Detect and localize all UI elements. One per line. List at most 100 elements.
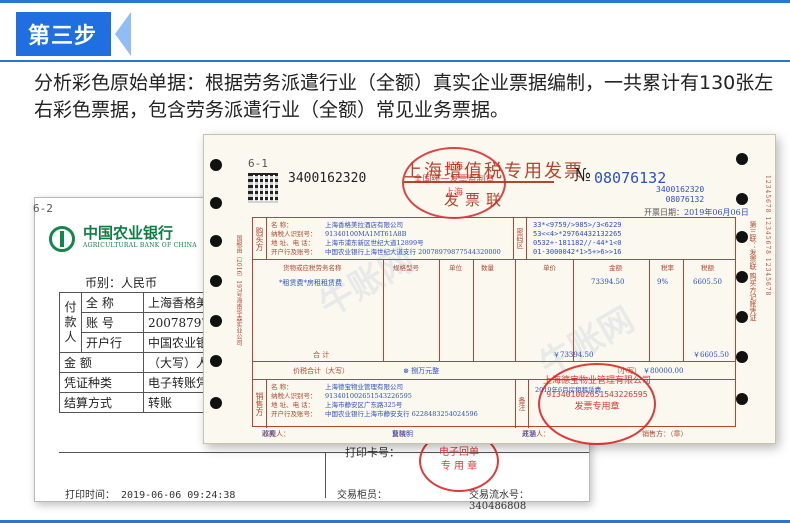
print-card-label: 打印卡号：: [345, 446, 400, 459]
invoice-small-code: 3400162320 08076132: [656, 185, 704, 205]
field-value: 91340100MA1MT61A8B: [325, 230, 407, 238]
step-badge: 第三步: [16, 12, 132, 56]
seal-text: 上海: [444, 188, 463, 198]
punch-hole-icon: [736, 153, 748, 165]
punch-hole-icon: [210, 197, 222, 209]
buyer-section: 购买方 名 称： 纳税人识别号： 地 址、电 话： 开户行及账号： 上海香格美拉…: [253, 218, 735, 260]
stamp-line: 专 用 章: [440, 461, 478, 472]
field-value: 上海市静安区广东路325号: [325, 401, 403, 409]
punch-hole-icon: [210, 355, 222, 367]
serial-strip: 12345678 12345678 12345678: [764, 175, 771, 297]
chevron-left-icon: [115, 12, 132, 56]
items-header: 货物或应税劳务名称 规格型号 单位 数量 单价 金额 税率 税额: [253, 260, 735, 272]
field-label: 开户行及账号：: [271, 248, 317, 256]
intro-text: 分析彩色原始单据：根据劳务派遣行业（全额）真实企业票据编制，一共累计有130张左…: [34, 72, 774, 121]
seller-side-label: 销售方: [253, 380, 267, 428]
copy-label: 第三联：发票联 购买方记账凭证: [749, 221, 757, 322]
divider: [473, 260, 474, 361]
remark-label: 备注: [515, 380, 529, 428]
punch-hole-icon: [210, 397, 222, 409]
divider: [325, 452, 326, 498]
item-tax-rate: 9%: [657, 278, 669, 286]
divider: [439, 260, 440, 361]
seal-text: 全国统一发票监制章: [413, 175, 495, 185]
field-value: 上海香格美拉酒店有限公司: [325, 221, 403, 229]
field-label: 开户行及账号：: [271, 410, 317, 418]
column-header: 单价: [543, 264, 556, 272]
column-header: 税额: [701, 264, 714, 272]
punch-hole-icon: [210, 275, 222, 287]
password-line: 33*<9759/>985>/3<6229: [533, 221, 622, 229]
buyer-side-label: 购买方: [253, 218, 267, 259]
punch-hole-icon: [736, 231, 748, 243]
abc-logo-icon: [49, 226, 75, 252]
punch-hole-icon: [736, 193, 748, 205]
voucher-type-label: 凭证种类: [59, 372, 144, 393]
punch-hole-icon: [210, 235, 222, 247]
seller-stamp-label: 销售方：（章）: [642, 430, 688, 438]
serial-number: 交易流水号： 340486808: [469, 490, 529, 512]
date-label: 开票日期：: [644, 208, 684, 217]
sum-tax: ￥6605.50: [693, 351, 729, 359]
top-rule: [0, 0, 790, 3]
buyer-field-values: 上海香格美拉酒店有限公司 91340100MA1MT61A8B 上海市浦东新区世…: [325, 221, 501, 257]
payer-field-label: 账 号: [81, 312, 144, 333]
invoice-form-code: 6-1: [248, 157, 268, 170]
bank-name: 中国农业银行: [83, 224, 174, 242]
divider: [649, 260, 650, 361]
punch-hole-icon: [210, 315, 222, 327]
payee-value: 邓亮: [262, 430, 276, 438]
seal-text: 上海: [444, 162, 463, 172]
side-notes: 国税函〔2016〕197号海南华森实业公司: [235, 235, 242, 346]
date-value: 2019年06月06日: [684, 208, 749, 217]
column-header: 数量: [481, 264, 494, 272]
field-label: 纳税人识别号：: [271, 230, 317, 238]
punch-hole-icon: [736, 271, 748, 283]
payer-label: 付款人: [59, 292, 82, 353]
seller-field-values: 上海德宝物业管理有限公司 91340100265154322659​5 上海市静…: [325, 383, 478, 419]
password-line: 53<<4>*29764432132265: [533, 230, 622, 238]
teller-label: 交易柜员：: [337, 490, 387, 501]
step-label: 第三步: [16, 12, 112, 56]
divider: [683, 260, 684, 361]
field-value: 上海德宝物业管理有限公司: [325, 383, 403, 391]
print-time: 打印时间： 2019-06-06 09:24:38: [65, 490, 236, 501]
field-label: 地 址、电 话：: [271, 401, 315, 409]
punch-hole-icon: [736, 311, 748, 323]
field-label: 名 称：: [271, 221, 293, 229]
item-amount: 73394.50: [591, 278, 625, 286]
settle-label: 结算方式: [59, 392, 144, 413]
amount-label: 金 额: [59, 352, 144, 373]
password-line: 01-3000042*1>5+>6>>16: [533, 248, 622, 256]
payer-field-label: 开户行: [81, 332, 144, 353]
field-value: 中国农业银行上海市静安支行 6228483254024596: [325, 410, 478, 418]
seal-number: 913401002651543226595: [546, 390, 648, 399]
field-value: 中国农业银行上海世纪大道支行 20078979877544320000: [325, 248, 501, 256]
buyer-field-labels: 名 称： 纳税人识别号： 地 址、电 话： 开户行及账号：: [271, 221, 317, 257]
seller-field-labels: 名 称： 纳税人识别号： 地 址、电 话： 开户行及账号：: [271, 383, 317, 419]
total-in-words: ⊗ 捌万元整: [403, 367, 440, 375]
punch-hole-icon: [736, 393, 748, 405]
stamp-line: 电子回单: [439, 447, 479, 458]
vat-invoice: 6-1 3400162320 上海增值税专用发票 发票联 № 08076132 …: [203, 134, 776, 445]
field-label: 名 称：: [271, 383, 293, 391]
seal-text: 发票专用章: [574, 402, 620, 412]
tax-bureau-seal: 上海 全国统一发票监制章 上海: [402, 147, 506, 219]
header-divider: [0, 60, 790, 62]
total-label: 价税合计（大写）: [293, 367, 349, 375]
punch-hole-icon: [736, 351, 748, 363]
invoice-grid: 购买方 名 称： 纳税人识别号： 地 址、电 话： 开户行及账号： 上海香格美拉…: [252, 217, 736, 428]
payer-field-label: 全 称: [81, 292, 144, 313]
number-mark: №: [574, 165, 592, 186]
field-value: 91340100265154322659​5: [325, 392, 412, 400]
bank-name-en: AGRICULTURAL BANK OF CHINA: [83, 242, 197, 249]
sum-label: 合 计: [313, 351, 330, 359]
seller-section: 销售方 名 称： 纳税人识别号： 地 址、电 话： 开户行及账号： 上海德宝物业…: [253, 380, 735, 428]
password-area-values: 33*<9759/>985>/3<6229 53<<4>*29764432132…: [533, 221, 622, 257]
small-code: 3400162320: [656, 185, 705, 194]
review-value: 曹晓明: [392, 430, 413, 438]
invoice-code: 3400162320: [288, 171, 367, 186]
total-section: 价税合计（大写） ⊗ 捌万元整 （小写） ￥80000.00: [253, 362, 735, 380]
password-area-label: 密码区: [513, 218, 527, 259]
divider: [515, 260, 516, 361]
